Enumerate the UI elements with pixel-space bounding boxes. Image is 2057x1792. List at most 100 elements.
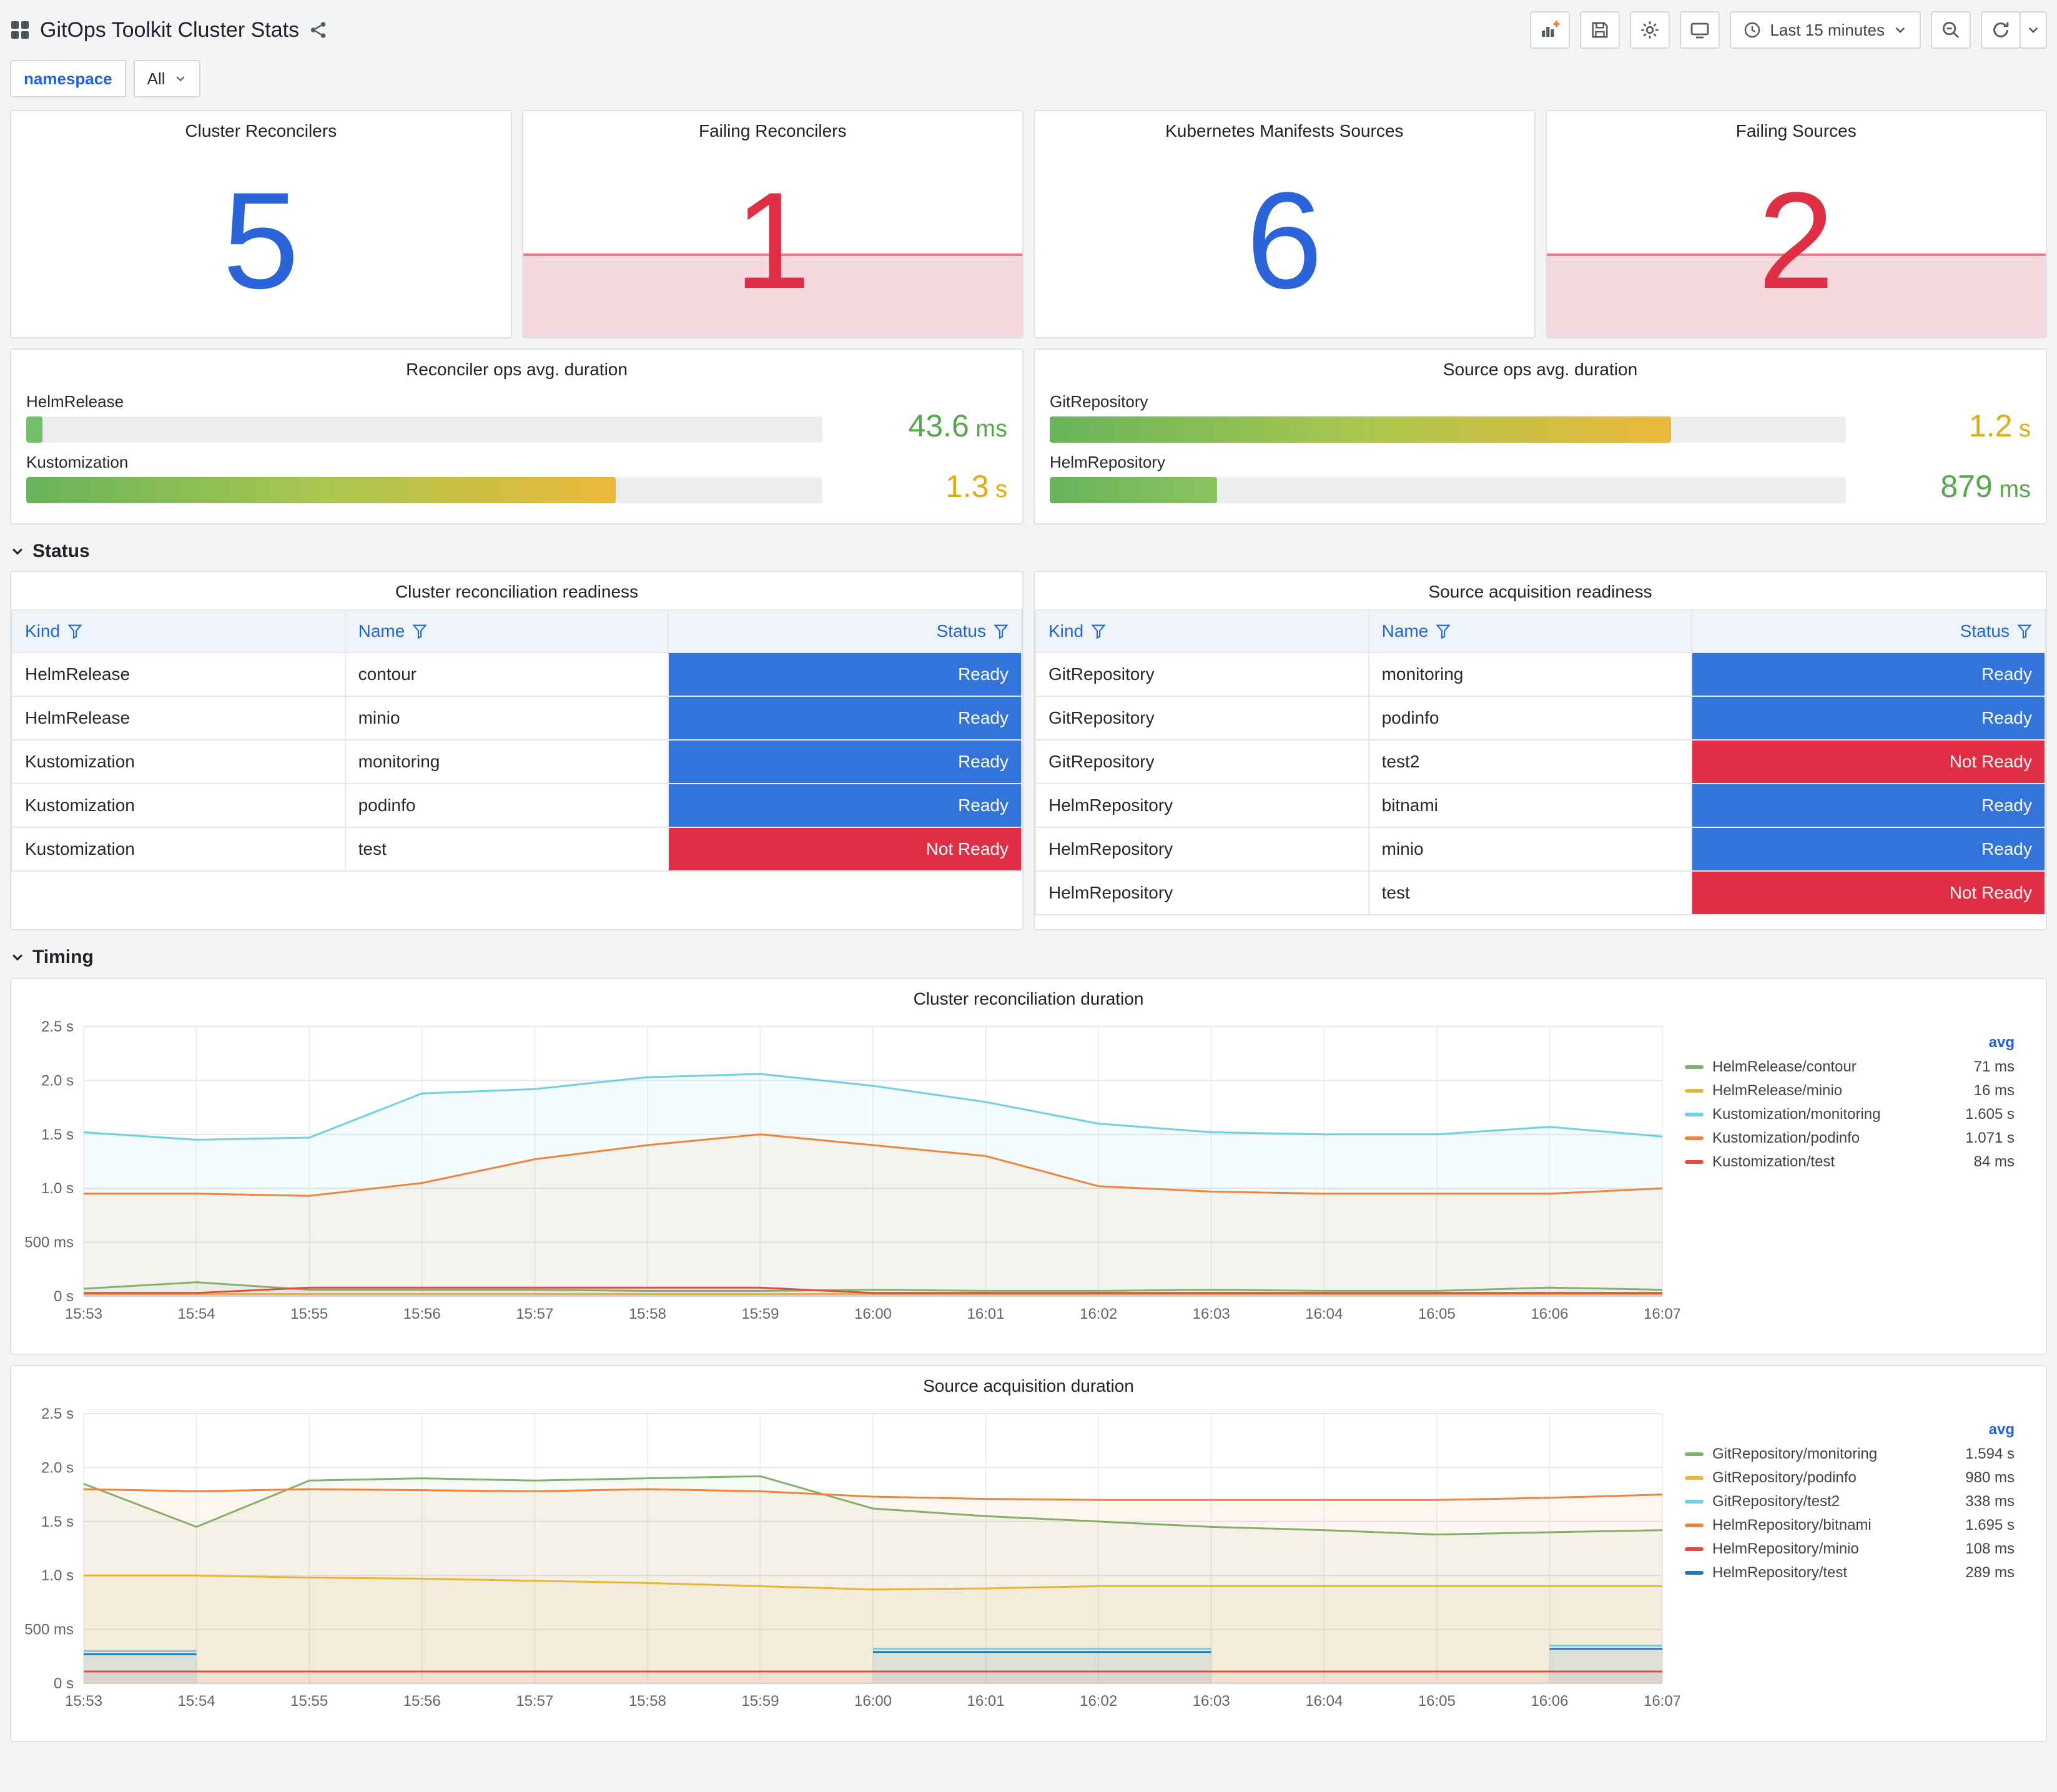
x-tick-label: 15:54 xyxy=(178,1693,215,1710)
legend-item[interactable]: GitRepository/podinfo 980 ms xyxy=(1685,1466,2015,1490)
column-header-name[interactable]: Name xyxy=(1368,609,1693,653)
refresh-interval-dropdown[interactable] xyxy=(2020,11,2047,49)
section-header-status[interactable]: Status xyxy=(10,541,2047,562)
y-tick-label: 500 ms xyxy=(24,1622,74,1638)
value-number: 43.6 xyxy=(908,408,969,443)
panel-title[interactable]: Cluster reconciliation duration xyxy=(11,979,2046,1012)
tv-icon xyxy=(1691,22,1709,39)
gauge-panels-row: Reconciler ops avg. duration HelmRelease… xyxy=(10,348,2047,524)
status-cell: Ready xyxy=(1691,827,2046,872)
legend-item[interactable]: HelmRelease/minio 16 ms xyxy=(1685,1079,2015,1103)
panel-title[interactable]: Cluster reconciliation readiness xyxy=(11,572,1022,604)
legend-series-dash xyxy=(1685,1524,1704,1527)
column-header-kind[interactable]: Kind xyxy=(1035,609,1369,653)
column-header-status[interactable]: Status xyxy=(668,609,1022,653)
filter-funnel-icon[interactable] xyxy=(67,624,82,639)
legend-item[interactable]: HelmRelease/contour 71 ms xyxy=(1685,1055,2015,1079)
legend-series-dash xyxy=(1685,1089,1704,1093)
variable-value-dropdown[interactable]: All xyxy=(133,60,200,97)
table-row: GitRepository monitoring Ready xyxy=(1035,652,2046,697)
y-tick-label: 1.0 s xyxy=(41,1180,74,1197)
panel-title[interactable]: Source acquisition duration xyxy=(11,1366,2046,1399)
column-header-name[interactable]: Name xyxy=(344,609,669,653)
timeseries-plot[interactable]: 15:53 15:54 15:55 15:56 15:57 15:58 15:59 16:00… xyxy=(19,1014,1680,1329)
panel-title[interactable]: Failing Reconcilers xyxy=(523,111,1023,144)
cluster-reconciliation-duration-panel: Cluster reconciliation duration 15:53 15:… xyxy=(10,978,2047,1355)
legend-item[interactable]: HelmRepository/test 289 ms xyxy=(1685,1561,2015,1585)
legend-item[interactable]: Kustomization/podinfo 1.071 s xyxy=(1685,1126,2015,1150)
section-header-timing[interactable]: Timing xyxy=(10,947,2047,968)
x-tick-label: 15:56 xyxy=(403,1306,441,1322)
series-area xyxy=(873,1652,1211,1683)
filter-funnel-icon[interactable] xyxy=(412,624,427,639)
chevron-down-icon xyxy=(12,548,22,555)
bar-gauge-label: HelmRepository xyxy=(1050,453,1165,471)
panel-title[interactable]: Failing Sources xyxy=(1547,111,2046,144)
status-badge: Ready xyxy=(1692,697,2045,739)
legend-series-label: HelmRepository/minio xyxy=(1712,1540,1859,1557)
filter-funnel-icon[interactable] xyxy=(994,624,1009,639)
y-tick-label: 500 ms xyxy=(24,1234,74,1251)
kind-cell: HelmRelease xyxy=(11,652,346,697)
legend-item[interactable]: Kustomization/test 84 ms xyxy=(1685,1150,2015,1174)
x-tick-label: 15:59 xyxy=(741,1306,779,1322)
x-tick-label: 16:00 xyxy=(854,1306,892,1322)
status-badge: Ready xyxy=(669,741,1021,783)
y-tick-label: 2.0 s xyxy=(41,1459,74,1476)
table-row: HelmRelease contour Ready xyxy=(11,652,1022,697)
value-number: 879 xyxy=(1940,469,1993,504)
save-icon xyxy=(1592,22,1608,38)
chevron-down-icon xyxy=(2028,27,2038,34)
bar-gauge-track xyxy=(26,477,822,503)
cycle-view-mode-button[interactable] xyxy=(1680,11,1720,49)
filter-funnel-icon[interactable] xyxy=(1091,624,1106,639)
legend-avg-value: 1.071 s xyxy=(1965,1130,2015,1146)
filter-funnel-icon[interactable] xyxy=(1436,624,1451,639)
legend-item[interactable]: HelmRepository/bitnami 1.695 s xyxy=(1685,1514,2015,1537)
status-badge: Ready xyxy=(1692,784,2045,827)
panel-title[interactable]: Kubernetes Manifests Sources xyxy=(1035,111,1534,144)
column-label: Name xyxy=(1381,621,1429,641)
x-tick-label: 15:59 xyxy=(741,1693,779,1710)
column-header-status[interactable]: Status xyxy=(1691,609,2046,653)
stat-panel-cluster-reconcilers: Cluster Reconcilers 5 xyxy=(10,110,512,338)
legend-item[interactable]: HelmRepository/minio 108 ms xyxy=(1685,1537,2015,1561)
zoom-out-button[interactable] xyxy=(1931,11,1971,49)
filter-funnel-icon[interactable] xyxy=(2017,624,2032,639)
kind-cell: Kustomization xyxy=(11,827,346,872)
stat-value: 5 xyxy=(222,164,299,317)
x-tick-label: 16:02 xyxy=(1080,1306,1117,1322)
legend-item[interactable]: Kustomization/monitoring 1.605 s xyxy=(1685,1103,2015,1126)
panel-title[interactable]: Source acquisition readiness xyxy=(1035,572,2046,604)
panel-title[interactable]: Cluster Reconcilers xyxy=(11,111,511,144)
section-label: Status xyxy=(32,541,90,561)
kind-cell: GitRepository xyxy=(1035,739,1369,784)
save-dashboard-button[interactable] xyxy=(1580,11,1620,49)
dashboard-settings-button[interactable] xyxy=(1630,11,1670,49)
bar-gauge-value: 1.3 s xyxy=(842,471,1007,503)
panel-title[interactable]: Reconciler ops avg. duration xyxy=(11,350,1022,382)
variable-label-namespace[interactable]: namespace xyxy=(10,60,126,97)
chevron-down-icon xyxy=(12,954,22,961)
column-header-kind[interactable]: Kind xyxy=(11,609,346,653)
time-range-picker[interactable]: Last 15 minutes xyxy=(1730,11,1921,49)
dashboard-grid-icon[interactable] xyxy=(10,20,30,40)
value-number: 1.3 xyxy=(945,469,989,504)
series-area xyxy=(1549,1648,1662,1683)
legend-item[interactable]: GitRepository/monitoring 1.594 s xyxy=(1685,1442,2015,1466)
legend-item[interactable]: GitRepository/test2 338 ms xyxy=(1685,1490,2015,1514)
value-unit: s xyxy=(2012,416,2031,442)
add-panel-button[interactable] xyxy=(1530,11,1571,49)
legend-series-dash xyxy=(1685,1500,1704,1504)
bar-gauge-value: 879 ms xyxy=(1866,471,2031,503)
panel-title[interactable]: Source ops avg. duration xyxy=(1035,350,2046,382)
section-label: Timing xyxy=(32,947,94,967)
timeseries-plot[interactable]: 15:53 15:54 15:55 15:56 15:57 15:58 15:59 16:00… xyxy=(19,1401,1680,1716)
page-title: GitOps Toolkit Cluster Stats xyxy=(40,17,300,42)
cluster-readiness-panel: Cluster reconciliation readiness Kind Nam… xyxy=(10,571,1024,930)
bar-gauge-track xyxy=(1050,477,1846,503)
refresh-button[interactable] xyxy=(1981,11,2021,49)
stat-panel-manifests-sources: Kubernetes Manifests Sources 6 xyxy=(1033,110,1536,338)
share-icon[interactable] xyxy=(309,21,328,39)
value-number: 1.2 xyxy=(1968,408,2013,443)
